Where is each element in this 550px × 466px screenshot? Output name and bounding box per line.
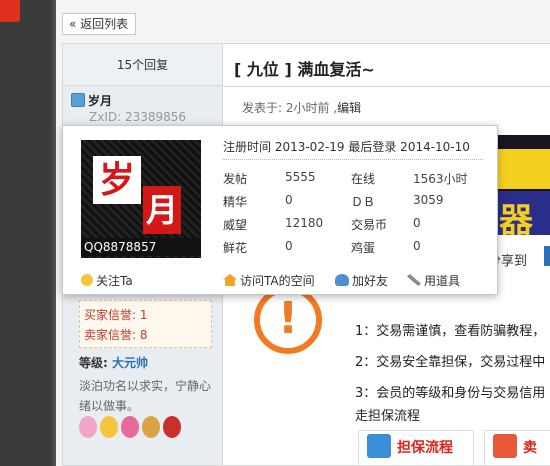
registration-info: 注册时间 2013-02-19 最后登录 2014-10-10 — [223, 140, 470, 154]
stat-value[interactable]: 3059 — [413, 193, 444, 207]
friends-icon — [335, 274, 349, 286]
use-item-link[interactable]: 用道具 — [407, 272, 460, 289]
stat-value[interactable]: 0 — [413, 216, 421, 230]
guarantee-line: 走担保流程 — [355, 409, 421, 424]
medal-icon[interactable] — [142, 416, 160, 438]
stat-label: 威望 — [223, 218, 248, 232]
stat-label: ＤＢ — [351, 195, 376, 209]
rule-line: 2：交易安全靠担保，交易过程中 — [355, 355, 546, 370]
medal-icon[interactable] — [121, 416, 139, 438]
stat-label: 发帖 — [223, 172, 248, 186]
guarantee-flow-button[interactable]: 担保流程 — [358, 430, 474, 466]
visit-space-link[interactable]: 访问TA的空间 — [223, 272, 315, 289]
level-value[interactable]: 大元帅 — [112, 356, 148, 370]
credit-box: 买家信誉: 1 卖家信誉: 8 — [79, 300, 212, 348]
banner-glyph: 器 — [499, 201, 533, 235]
bulb-icon — [81, 274, 93, 286]
guarantee-flow-label: 担保流程 — [397, 440, 453, 456]
document-icon — [367, 434, 391, 458]
avatar-char: 月 — [143, 186, 181, 234]
stat-value[interactable]: 5555 — [285, 170, 316, 184]
follow-label: 关注Ta — [96, 274, 133, 288]
divider — [223, 159, 483, 160]
reply-count: 15个回复 — [63, 44, 222, 86]
stat-label: 鸡蛋 — [351, 241, 376, 255]
medal-icon[interactable] — [100, 416, 118, 438]
medal-icon[interactable] — [79, 416, 97, 438]
author-signature: 淡泊功名以求实，宁静心绪以做事。 — [79, 379, 212, 413]
author-level: 等级: 大元帅 — [79, 354, 148, 371]
stat-label: 精华 — [223, 195, 248, 209]
document-icon — [493, 434, 517, 458]
tool-icon — [407, 274, 421, 286]
avatar[interactable]: 岁 月 QQ8878857 — [81, 140, 201, 258]
back-to-list-button[interactable]: « 返回列表 — [62, 13, 136, 35]
edit-link[interactable]: 编辑 — [337, 101, 361, 115]
avatar-char: 岁 — [93, 156, 141, 204]
corner-badge — [0, 0, 20, 22]
post-title: [ 九位 ] 满血复活~ — [234, 60, 375, 79]
left-background-strip — [0, 0, 56, 466]
buyer-credit[interactable]: 买家信誉: 1 — [84, 305, 207, 325]
level-label: 等级: — [79, 356, 112, 370]
user-icon — [71, 93, 85, 107]
author-row[interactable]: 岁月 — [71, 92, 112, 109]
add-friend-link[interactable]: 加好友 — [335, 272, 388, 289]
visit-space-label: 访问TA的空间 — [240, 274, 315, 288]
share-icon[interactable] — [544, 246, 550, 266]
warning-icon: ! — [254, 286, 322, 354]
medal-icon[interactable] — [163, 416, 181, 438]
stat-value[interactable]: 0 — [413, 239, 421, 253]
user-profile-popup: 岁 月 QQ8878857 关注Ta 注册时间 2013-02-19 最后登录 … — [62, 125, 498, 295]
use-item-label: 用道具 — [424, 274, 461, 288]
stat-label: 交易币 — [351, 218, 388, 232]
strip-shadow — [50, 0, 56, 466]
add-friend-label: 加好友 — [352, 274, 389, 288]
seller-flow-label: 卖 — [523, 440, 537, 456]
banner-shape — [495, 149, 550, 189]
stat-label: 鲜花 — [223, 241, 248, 255]
stat-label: 在线 — [351, 172, 376, 186]
stat-value[interactable]: 0 — [285, 239, 293, 253]
stat-value[interactable]: 12180 — [285, 216, 323, 230]
stat-value[interactable]: 1563小时 — [413, 170, 468, 187]
seller-flow-button[interactable]: 卖 — [484, 430, 550, 466]
seller-credit[interactable]: 卖家信誉: 8 — [84, 325, 207, 345]
stat-value[interactable]: 0 — [285, 193, 293, 207]
home-icon — [223, 274, 237, 286]
author-name[interactable]: 岁月 — [88, 94, 112, 108]
post-meta: 发表于: 2小时前 ,编辑 — [242, 99, 361, 116]
post-time: 发表于: 2小时前 , — [242, 101, 338, 115]
safety-rules: 1：交易需谨慎，查看防骗教程， 2：交易安全靠担保，交易过程中 3：会员的等级和… — [355, 316, 550, 409]
title-divider — [224, 86, 550, 87]
follow-button[interactable]: 关注Ta — [81, 272, 133, 289]
author-zxid: ZxID: 23389856 — [89, 110, 187, 124]
rule-line: 1：交易需谨慎，查看防骗教程， — [355, 324, 546, 339]
medals-row — [79, 416, 214, 466]
avatar-caption: QQ8878857 — [81, 238, 201, 256]
